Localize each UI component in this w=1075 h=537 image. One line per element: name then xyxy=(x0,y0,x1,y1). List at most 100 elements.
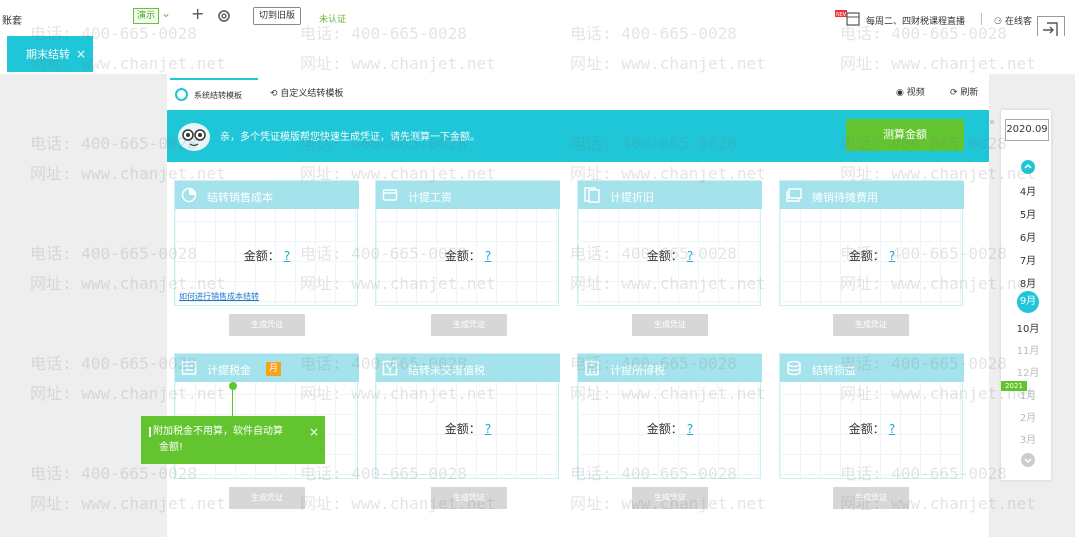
generate-voucher-button[interactable]: 生成凭证 xyxy=(431,314,507,336)
collapse-rail-icon[interactable]: » xyxy=(989,117,995,128)
card-title: 摊销待摊费用 xyxy=(812,191,878,204)
tab-custom-template[interactable]: ⟲ 自定义结转模板 xyxy=(270,86,343,99)
month-item[interactable]: 10月 xyxy=(1003,320,1053,335)
online-service-label: 在线客 xyxy=(1004,17,1032,27)
card-depreciation: 计提折旧 金额：? xyxy=(577,180,762,306)
gear-icon[interactable] xyxy=(217,9,231,23)
demo-badge[interactable]: 演示 xyxy=(133,8,159,24)
card-amount: 金额：? xyxy=(376,247,560,264)
month-item-selected[interactable]: 9月 xyxy=(1017,291,1039,313)
refresh-icon: ⟳ xyxy=(950,88,961,98)
tooltip-line-2: 金额! xyxy=(159,442,184,453)
current-period-display[interactable]: 2020.09 xyxy=(1005,119,1049,141)
generate-voucher-button[interactable]: 生成凭证 xyxy=(431,487,507,509)
tab-period-end-carryover[interactable]: 期末结转 × xyxy=(7,36,93,72)
news-badge: NEW xyxy=(836,12,848,18)
card-amount: 金额：? xyxy=(780,247,964,264)
top-bar: 账套 演示 ⌄ + 切到旧版 未认证 NEW 每周二、四财税课程直播 ⚆ 在线客 xyxy=(0,0,1075,36)
tooltip-anchor-dot xyxy=(229,382,237,390)
tooltip-bar xyxy=(149,427,151,437)
tab-label: 期末结转 xyxy=(26,48,70,61)
chevron-down-icon[interactable]: ⌄ xyxy=(161,6,171,20)
amount-label: 金额： xyxy=(848,422,885,436)
mascot-icon xyxy=(178,123,210,151)
card-accrue-salary: 计提工资 金额：? xyxy=(375,180,560,306)
card-header: 计提折旧 xyxy=(578,181,762,209)
amount-help-link[interactable]: ? xyxy=(687,422,693,436)
card-header: 结转销售成本 xyxy=(175,181,359,209)
amount-label: 金额： xyxy=(243,249,280,263)
month-item[interactable]: 8月 xyxy=(1003,275,1053,290)
generate-voucher-button[interactable]: 生成凭证 xyxy=(632,487,708,509)
video-button[interactable]: ◉ 视频 xyxy=(896,85,925,98)
card-header: 结转未交增值税 xyxy=(376,354,560,382)
close-icon[interactable]: × xyxy=(76,47,86,61)
generate-voucher-button[interactable]: 生成凭证 xyxy=(229,314,305,336)
pie-chart-icon xyxy=(181,187,197,203)
amount-help-link[interactable]: ? xyxy=(687,249,693,263)
month-item[interactable]: 2月 xyxy=(1003,409,1053,424)
amount-label: 金额： xyxy=(848,249,885,263)
headset-icon: ⚆ xyxy=(994,17,1005,27)
card-title: 计提工资 xyxy=(408,191,452,204)
card-header: 计提税金 月 xyxy=(175,354,359,382)
card-amount: 金额：? xyxy=(578,420,762,437)
video-label: 视频 xyxy=(906,88,925,98)
month-item[interactable]: 11月 xyxy=(1003,342,1053,357)
tooltip-line-1: 附加税金不用算，软件自动算 xyxy=(153,426,283,437)
chevron-up-icon[interactable] xyxy=(1021,160,1035,174)
card-header: 计提工资 xyxy=(376,181,560,209)
online-service-link[interactable]: ⚆ 在线客 xyxy=(994,14,1032,27)
amount-label: 金额： xyxy=(646,422,683,436)
amount-help-link[interactable]: ? xyxy=(485,249,491,263)
amount-help-link[interactable]: ? xyxy=(284,249,290,263)
amount-help-link[interactable]: ? xyxy=(889,422,895,436)
vat-icon xyxy=(382,360,398,376)
document-stack-icon xyxy=(584,187,600,203)
month-item[interactable]: 12月 xyxy=(1003,364,1053,379)
generate-voucher-button[interactable]: 生成凭证 xyxy=(229,487,305,509)
generate-voucher-button[interactable]: 生成凭证 xyxy=(833,314,909,336)
chevron-down-icon[interactable] xyxy=(1021,453,1035,467)
month-item[interactable]: 5月 xyxy=(1003,206,1053,221)
close-icon[interactable]: × xyxy=(309,424,319,440)
add-icon[interactable]: + xyxy=(191,4,204,23)
tax-icon xyxy=(181,361,197,375)
month-item[interactable]: 1月 xyxy=(1003,387,1053,402)
play-icon: ◉ xyxy=(896,88,907,98)
card-income-tax: 计提所得税 金额：? xyxy=(577,353,762,479)
unverified-status[interactable]: 未认证 xyxy=(319,12,346,25)
monthly-badge: 月 xyxy=(266,362,281,376)
live-course-link[interactable]: 每周二、四财税课程直播 xyxy=(866,14,965,27)
month-item[interactable]: 4月 xyxy=(1003,183,1053,198)
calculator-icon xyxy=(585,360,599,376)
tab-system-template[interactable]: 系统结转模板 xyxy=(170,78,258,108)
generate-voucher-button[interactable]: 生成凭证 xyxy=(632,314,708,336)
card-amount: 金额：? xyxy=(578,247,762,264)
account-label[interactable]: 账套 xyxy=(2,12,22,27)
sales-cost-help-link[interactable]: 如何进行销售成本结转 xyxy=(179,291,259,302)
card-profit-loss: 结转损益 金额：? xyxy=(779,353,964,479)
calculate-amount-button[interactable]: 测算金额 xyxy=(846,119,964,151)
month-item[interactable]: 6月 xyxy=(1003,229,1053,244)
switch-old-version-button[interactable]: 切到旧版 xyxy=(253,7,302,25)
card-sales-cost: 结转销售成本 金额：? 如何进行销售成本结转 xyxy=(174,180,359,306)
refresh-button[interactable]: ⟳ 刷新 xyxy=(950,85,978,98)
card-unpaid-vat: 结转未交增值税 金额：? xyxy=(375,353,560,479)
banner-message: 亲，多个凭证模版帮您快速生成凭证，请先测算一下金额。 xyxy=(220,132,480,143)
coins-icon xyxy=(787,360,801,376)
month-item[interactable]: 7月 xyxy=(1003,252,1053,267)
card-title: 计提所得税 xyxy=(610,364,665,377)
template-icon xyxy=(175,88,188,101)
amount-label: 金额： xyxy=(444,422,481,436)
tab-custom-template-label: 自定义结转模板 xyxy=(280,89,344,99)
generate-voucher-button[interactable]: 生成凭证 xyxy=(833,487,909,509)
amount-help-link[interactable]: ? xyxy=(485,422,491,436)
month-item[interactable]: 3月 xyxy=(1003,431,1053,446)
tab-system-template-label: 系统结转模板 xyxy=(194,91,242,100)
card-amount: 金额：? xyxy=(376,420,560,437)
amount-help-link[interactable]: ? xyxy=(889,249,895,263)
calendar-icon[interactable]: NEW xyxy=(835,10,861,26)
card-title: 结转销售成本 xyxy=(207,191,273,204)
refresh-small-icon: ⟲ xyxy=(270,89,281,99)
